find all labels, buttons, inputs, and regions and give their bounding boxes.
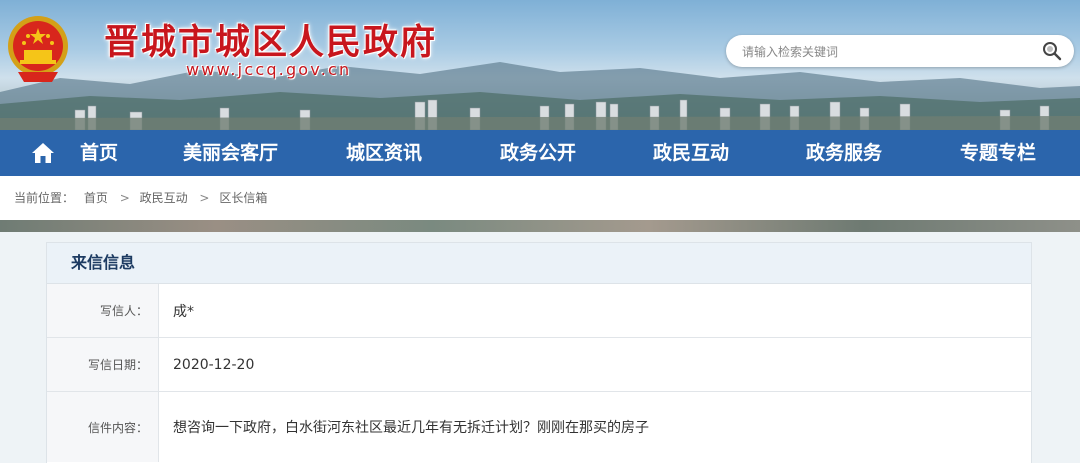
breadcrumb-item-home[interactable]: 首页 xyxy=(84,191,108,205)
card-header: 来信信息 xyxy=(47,243,1031,284)
field-label-content: 信件内容： xyxy=(47,392,159,462)
main-nav: 首页 美丽会客厅 城区资讯 政务公开 政民互动 政务服务 专题专栏 xyxy=(0,130,1080,176)
breadcrumb-prefix: 当前位置： xyxy=(14,191,75,205)
home-button[interactable] xyxy=(18,130,68,176)
breadcrumb-bar: 当前位置： 首页 > 政民互动 > 区长信箱 xyxy=(0,176,1080,220)
field-row-content: 信件内容： 想咨询一下政府，白水街河东社区最近几年有无拆迁计划？刚刚在那买的房子 xyxy=(47,392,1031,462)
nav-item-home[interactable]: 首页 xyxy=(80,130,118,176)
field-value-content: 想咨询一下政府，白水街河东社区最近几年有无拆迁计划？刚刚在那买的房子 xyxy=(173,420,649,436)
breadcrumb-separator: > xyxy=(119,191,130,205)
national-emblem-icon xyxy=(8,16,68,82)
field-row-writer: 写信人： 成* xyxy=(47,284,1031,338)
nav-item-public-interaction[interactable]: 政民互动 xyxy=(653,130,729,176)
breadcrumb-item-mailbox[interactable]: 区长信箱 xyxy=(219,191,267,205)
nav-item-reception-hall[interactable]: 美丽会客厅 xyxy=(183,130,278,176)
breadcrumb-separator: > xyxy=(199,191,210,205)
home-icon xyxy=(32,143,54,163)
search-box xyxy=(726,35,1074,69)
breadcrumb-item-interaction[interactable]: 政民互动 xyxy=(140,191,188,205)
search-icon[interactable] xyxy=(1042,41,1062,61)
field-row-date: 写信日期： 2020-12-20 xyxy=(47,338,1031,392)
site-header: 晋城市城区人民政府 www.jccq.gov.cn xyxy=(0,0,1080,130)
section-title: 来信信息 xyxy=(71,253,136,272)
field-value-writer: 成* xyxy=(173,303,194,320)
nav-item-government-affairs[interactable]: 政务公开 xyxy=(500,130,576,176)
site-url: www.jccq.gov.cn xyxy=(186,60,352,79)
nav-item-district-news[interactable]: 城区资讯 xyxy=(346,130,422,176)
site-title: 晋城市城区人民政府 xyxy=(104,22,438,63)
nav-item-services[interactable]: 政务服务 xyxy=(806,130,882,176)
nav-item-special-topics[interactable]: 专题专栏 xyxy=(960,130,1036,176)
decorative-city-strip xyxy=(0,220,1080,232)
field-label-writer: 写信人： xyxy=(47,284,159,337)
letter-info-card: 来信信息 写信人： 成* 写信日期： 2020-12-20 信件内容： 想咨询一… xyxy=(46,242,1032,463)
breadcrumb: 当前位置： 首页 > 政民互动 > 区长信箱 xyxy=(14,176,273,220)
search-input[interactable] xyxy=(740,35,1034,69)
field-value-date: 2020-12-20 xyxy=(173,356,255,373)
field-label-date: 写信日期： xyxy=(47,338,159,391)
